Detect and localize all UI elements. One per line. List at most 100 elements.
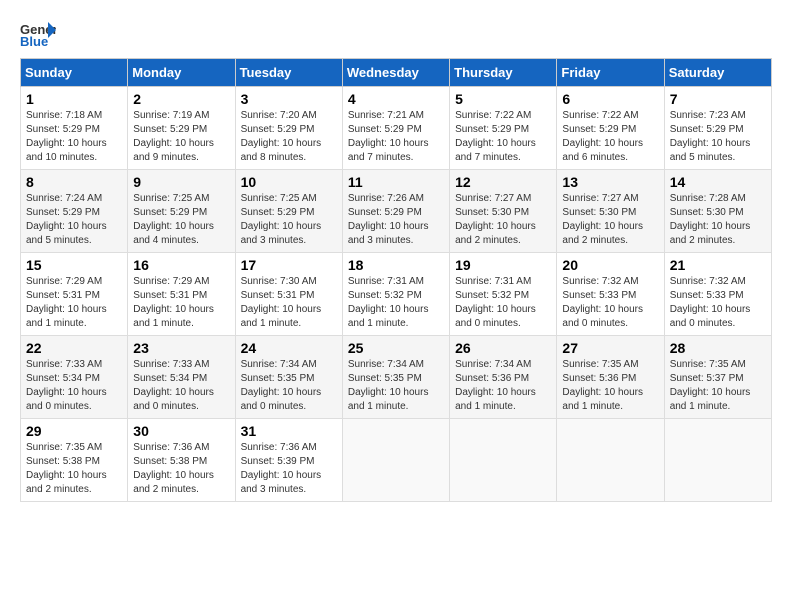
day-info: Sunrise: 7:20 AM Sunset: 5:29 PM Dayligh… [241, 109, 337, 165]
calendar-cell [557, 419, 664, 502]
day-info: Sunrise: 7:27 AM Sunset: 5:30 PM Dayligh… [562, 192, 658, 248]
calendar-cell: 30 Sunrise: 7:36 AM Sunset: 5:38 PM Dayl… [128, 419, 235, 502]
day-number: 5 [455, 91, 551, 107]
calendar-cell: 8 Sunrise: 7:24 AM Sunset: 5:29 PM Dayli… [21, 170, 128, 253]
calendar-cell: 17 Sunrise: 7:30 AM Sunset: 5:31 PM Dayl… [235, 253, 342, 336]
day-info: Sunrise: 7:26 AM Sunset: 5:29 PM Dayligh… [348, 192, 444, 248]
day-number: 6 [562, 91, 658, 107]
weekday-header-cell: Sunday [21, 59, 128, 87]
day-number: 9 [133, 174, 229, 190]
day-number: 24 [241, 340, 337, 356]
day-number: 20 [562, 257, 658, 273]
day-info: Sunrise: 7:31 AM Sunset: 5:32 PM Dayligh… [348, 275, 444, 331]
calendar-cell: 20 Sunrise: 7:32 AM Sunset: 5:33 PM Dayl… [557, 253, 664, 336]
day-number: 15 [26, 257, 122, 273]
day-number: 16 [133, 257, 229, 273]
calendar-cell [342, 419, 449, 502]
calendar-cell: 11 Sunrise: 7:26 AM Sunset: 5:29 PM Dayl… [342, 170, 449, 253]
day-number: 12 [455, 174, 551, 190]
day-info: Sunrise: 7:25 AM Sunset: 5:29 PM Dayligh… [133, 192, 229, 248]
calendar-cell: 21 Sunrise: 7:32 AM Sunset: 5:33 PM Dayl… [664, 253, 771, 336]
calendar-week-row: 1 Sunrise: 7:18 AM Sunset: 5:29 PM Dayli… [21, 87, 772, 170]
calendar-cell: 31 Sunrise: 7:36 AM Sunset: 5:39 PM Dayl… [235, 419, 342, 502]
day-info: Sunrise: 7:32 AM Sunset: 5:33 PM Dayligh… [670, 275, 766, 331]
day-number: 22 [26, 340, 122, 356]
day-info: Sunrise: 7:30 AM Sunset: 5:31 PM Dayligh… [241, 275, 337, 331]
day-info: Sunrise: 7:29 AM Sunset: 5:31 PM Dayligh… [133, 275, 229, 331]
day-number: 11 [348, 174, 444, 190]
day-number: 30 [133, 423, 229, 439]
calendar-cell: 3 Sunrise: 7:20 AM Sunset: 5:29 PM Dayli… [235, 87, 342, 170]
calendar-cell: 15 Sunrise: 7:29 AM Sunset: 5:31 PM Dayl… [21, 253, 128, 336]
day-number: 13 [562, 174, 658, 190]
day-number: 2 [133, 91, 229, 107]
day-number: 14 [670, 174, 766, 190]
day-info: Sunrise: 7:34 AM Sunset: 5:35 PM Dayligh… [348, 358, 444, 414]
calendar-cell: 16 Sunrise: 7:29 AM Sunset: 5:31 PM Dayl… [128, 253, 235, 336]
calendar-cell: 18 Sunrise: 7:31 AM Sunset: 5:32 PM Dayl… [342, 253, 449, 336]
weekday-header-cell: Tuesday [235, 59, 342, 87]
calendar-cell [664, 419, 771, 502]
day-number: 1 [26, 91, 122, 107]
day-info: Sunrise: 7:22 AM Sunset: 5:29 PM Dayligh… [562, 109, 658, 165]
day-number: 17 [241, 257, 337, 273]
day-info: Sunrise: 7:34 AM Sunset: 5:36 PM Dayligh… [455, 358, 551, 414]
calendar-cell: 1 Sunrise: 7:18 AM Sunset: 5:29 PM Dayli… [21, 87, 128, 170]
day-number: 26 [455, 340, 551, 356]
calendar-cell: 23 Sunrise: 7:33 AM Sunset: 5:34 PM Dayl… [128, 336, 235, 419]
day-info: Sunrise: 7:35 AM Sunset: 5:37 PM Dayligh… [670, 358, 766, 414]
day-info: Sunrise: 7:29 AM Sunset: 5:31 PM Dayligh… [26, 275, 122, 331]
calendar-cell: 13 Sunrise: 7:27 AM Sunset: 5:30 PM Dayl… [557, 170, 664, 253]
calendar-cell: 14 Sunrise: 7:28 AM Sunset: 5:30 PM Dayl… [664, 170, 771, 253]
day-number: 27 [562, 340, 658, 356]
calendar-week-row: 15 Sunrise: 7:29 AM Sunset: 5:31 PM Dayl… [21, 253, 772, 336]
weekday-header-cell: Saturday [664, 59, 771, 87]
day-info: Sunrise: 7:33 AM Sunset: 5:34 PM Dayligh… [133, 358, 229, 414]
calendar-cell: 6 Sunrise: 7:22 AM Sunset: 5:29 PM Dayli… [557, 87, 664, 170]
calendar-cell: 24 Sunrise: 7:34 AM Sunset: 5:35 PM Dayl… [235, 336, 342, 419]
day-info: Sunrise: 7:36 AM Sunset: 5:39 PM Dayligh… [241, 441, 337, 497]
day-info: Sunrise: 7:28 AM Sunset: 5:30 PM Dayligh… [670, 192, 766, 248]
day-info: Sunrise: 7:25 AM Sunset: 5:29 PM Dayligh… [241, 192, 337, 248]
day-info: Sunrise: 7:19 AM Sunset: 5:29 PM Dayligh… [133, 109, 229, 165]
calendar-body: 1 Sunrise: 7:18 AM Sunset: 5:29 PM Dayli… [21, 87, 772, 502]
day-number: 10 [241, 174, 337, 190]
day-number: 25 [348, 340, 444, 356]
weekday-header-cell: Wednesday [342, 59, 449, 87]
calendar-cell: 9 Sunrise: 7:25 AM Sunset: 5:29 PM Dayli… [128, 170, 235, 253]
day-info: Sunrise: 7:34 AM Sunset: 5:35 PM Dayligh… [241, 358, 337, 414]
day-number: 21 [670, 257, 766, 273]
weekday-header-row: SundayMondayTuesdayWednesdayThursdayFrid… [21, 59, 772, 87]
calendar-cell: 5 Sunrise: 7:22 AM Sunset: 5:29 PM Dayli… [450, 87, 557, 170]
calendar-cell: 4 Sunrise: 7:21 AM Sunset: 5:29 PM Dayli… [342, 87, 449, 170]
day-number: 18 [348, 257, 444, 273]
day-info: Sunrise: 7:35 AM Sunset: 5:36 PM Dayligh… [562, 358, 658, 414]
day-info: Sunrise: 7:33 AM Sunset: 5:34 PM Dayligh… [26, 358, 122, 414]
calendar-cell: 7 Sunrise: 7:23 AM Sunset: 5:29 PM Dayli… [664, 87, 771, 170]
calendar-week-row: 29 Sunrise: 7:35 AM Sunset: 5:38 PM Dayl… [21, 419, 772, 502]
day-info: Sunrise: 7:22 AM Sunset: 5:29 PM Dayligh… [455, 109, 551, 165]
calendar-week-row: 22 Sunrise: 7:33 AM Sunset: 5:34 PM Dayl… [21, 336, 772, 419]
svg-text:Blue: Blue [20, 34, 48, 48]
calendar-cell: 27 Sunrise: 7:35 AM Sunset: 5:36 PM Dayl… [557, 336, 664, 419]
day-number: 29 [26, 423, 122, 439]
day-number: 23 [133, 340, 229, 356]
day-number: 7 [670, 91, 766, 107]
day-number: 3 [241, 91, 337, 107]
calendar-table: SundayMondayTuesdayWednesdayThursdayFrid… [20, 58, 772, 502]
calendar-cell [450, 419, 557, 502]
calendar-cell: 29 Sunrise: 7:35 AM Sunset: 5:38 PM Dayl… [21, 419, 128, 502]
header: General Blue [20, 20, 772, 48]
day-number: 4 [348, 91, 444, 107]
calendar-cell: 2 Sunrise: 7:19 AM Sunset: 5:29 PM Dayli… [128, 87, 235, 170]
day-info: Sunrise: 7:36 AM Sunset: 5:38 PM Dayligh… [133, 441, 229, 497]
logo-icon: General Blue [20, 20, 56, 48]
logo: General Blue [20, 20, 56, 48]
day-number: 31 [241, 423, 337, 439]
day-number: 28 [670, 340, 766, 356]
day-number: 19 [455, 257, 551, 273]
calendar-week-row: 8 Sunrise: 7:24 AM Sunset: 5:29 PM Dayli… [21, 170, 772, 253]
calendar-cell: 28 Sunrise: 7:35 AM Sunset: 5:37 PM Dayl… [664, 336, 771, 419]
weekday-header-cell: Friday [557, 59, 664, 87]
day-info: Sunrise: 7:32 AM Sunset: 5:33 PM Dayligh… [562, 275, 658, 331]
